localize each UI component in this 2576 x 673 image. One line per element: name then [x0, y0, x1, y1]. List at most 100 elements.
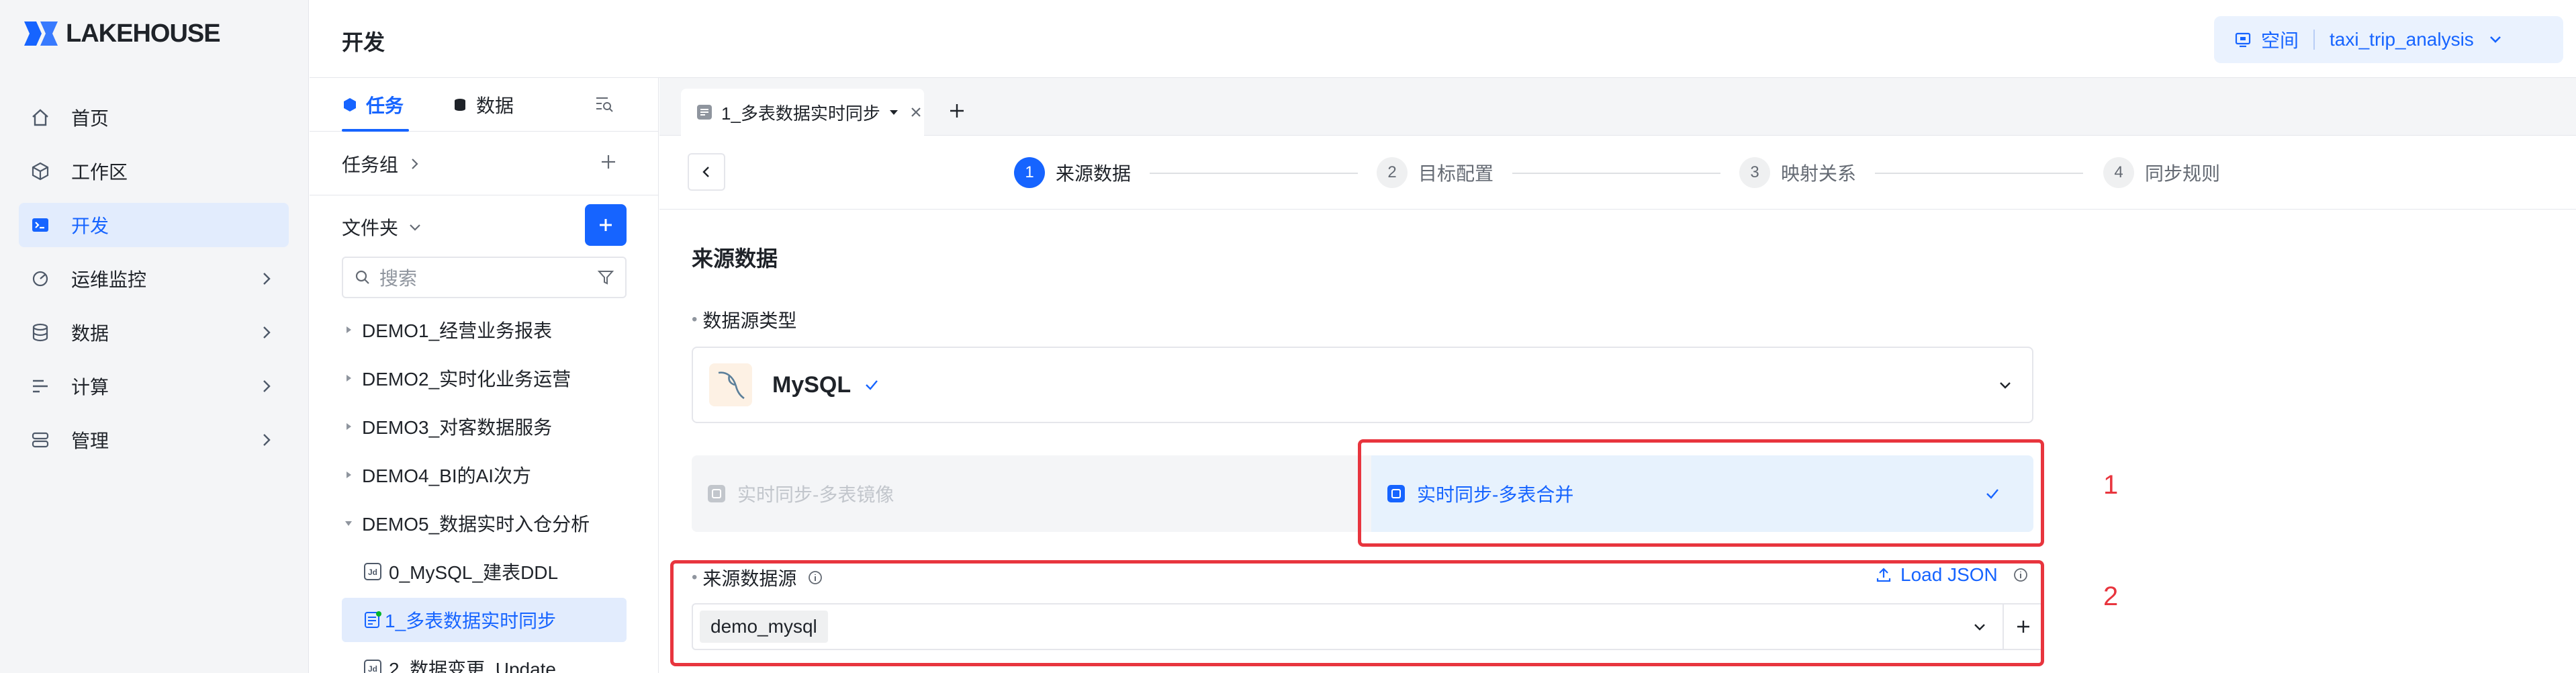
task-tree: DEMO1_经营业务报表 DEMO2_实时化业务运营 DEMO3_对客数据服务 … — [342, 308, 627, 673]
jd-file-icon: Jd — [363, 659, 382, 673]
tree-item-mysql-ddl[interactable]: Jd 0_MySQL_建表DDL — [342, 549, 627, 594]
tree-label: DEMO4_BI的AI次方 — [362, 465, 532, 486]
step-number: 2 — [1377, 157, 1408, 188]
tab-data[interactable]: 数据 — [452, 91, 514, 118]
close-icon[interactable] — [909, 105, 923, 120]
lakehouse-logo-icon — [21, 19, 60, 48]
task-cube-icon — [342, 97, 358, 113]
tree-folder-demo4[interactable]: DEMO4_BI的AI次方 — [342, 453, 627, 497]
step-number: 3 — [1739, 157, 1770, 188]
tab-tasks[interactable]: 任务 — [342, 91, 404, 118]
folder-header[interactable]: 文件夹 — [342, 214, 422, 240]
add-group-button[interactable] — [598, 152, 618, 172]
step-label: 同步规则 — [2145, 163, 2221, 184]
nav-item-home[interactable]: 首页 — [19, 95, 289, 140]
tree-folder-demo1[interactable]: DEMO1_经营业务报表 — [342, 308, 627, 352]
chevron-down-icon — [2487, 32, 2503, 48]
panel-settings-button[interactable] — [594, 94, 614, 114]
chevron-left-icon — [702, 167, 709, 177]
sync-mode-icon — [708, 485, 725, 502]
sync-file-icon — [696, 103, 713, 121]
tree-label: DEMO5_数据实时入仓分析 — [362, 514, 590, 535]
monitor-icon — [30, 268, 51, 289]
datasource-type-select[interactable]: MySQL — [692, 347, 2033, 423]
step-mapping[interactable]: 3 映射关系 — [1739, 157, 1856, 188]
step-connector — [1512, 173, 1720, 174]
tree-folder-demo3[interactable]: DEMO3_对客数据服务 — [342, 404, 627, 449]
caret-down-icon — [342, 517, 355, 530]
tree-item-multi-table-sync[interactable]: 1_多表数据实时同步 — [342, 598, 627, 642]
nav-item-compute[interactable]: 计算 — [19, 364, 289, 408]
nav-item-manage[interactable]: 管理 — [19, 418, 289, 462]
chevron-right-icon — [258, 324, 275, 341]
editor-area: 1_多表数据实时同步 1 来源数据 2 目标配置 3 映射关系 4 同步规则 来… — [659, 78, 2576, 673]
mode-option-mirror[interactable]: 实时同步-多表镜像 — [692, 455, 1371, 532]
nav-item-develop[interactable]: 开发 — [19, 203, 289, 247]
wizard-steps: 1 来源数据 2 目标配置 3 映射关系 4 同步规则 — [659, 136, 2576, 210]
logo[interactable]: LAKEHOUSE — [21, 19, 221, 48]
chevron-down-icon — [1997, 377, 2013, 394]
space-value: taxi_trip_analysis — [2330, 29, 2474, 50]
nav-item-workspace[interactable]: 工作区 — [19, 149, 289, 193]
task-group-label: 任务组 — [342, 154, 399, 175]
tree-label: 0_MySQL_建表DDL — [389, 562, 559, 583]
chevron-down-icon — [408, 220, 422, 234]
file-tab-label: 1_多表数据实时同步 — [721, 103, 880, 124]
caret-right-icon — [342, 371, 355, 385]
tab-tasks-label: 任务 — [366, 95, 404, 116]
file-tab-active[interactable]: 1_多表数据实时同步 — [681, 89, 924, 136]
space-selector[interactable]: 空间 taxi_trip_analysis — [2214, 16, 2563, 63]
page-title: 开发 — [342, 30, 385, 54]
plus-icon — [600, 219, 612, 231]
database-icon — [452, 97, 468, 113]
nav-label-home: 首页 — [71, 108, 109, 129]
step-target-config[interactable]: 2 目标配置 — [1377, 157, 1493, 188]
step-connector — [1150, 173, 1358, 174]
caret-right-icon — [342, 323, 355, 336]
caret-down-icon[interactable] — [888, 107, 899, 118]
check-icon — [863, 376, 880, 394]
chevron-right-icon — [408, 156, 422, 171]
add-task-button[interactable] — [585, 204, 627, 246]
nav-label-data: 数据 — [71, 323, 109, 344]
manage-icon — [30, 429, 51, 451]
nav-item-monitor[interactable]: 运维监控 — [19, 257, 289, 301]
home-icon — [30, 107, 51, 128]
search-icon — [354, 269, 371, 286]
jd-file-icon: Jd — [363, 562, 382, 581]
tab-data-label: 数据 — [476, 95, 514, 116]
step-sync-rules[interactable]: 4 同步规则 — [2103, 157, 2220, 188]
section-title: 来源数据 — [692, 246, 778, 271]
search-input[interactable]: 搜索 — [342, 257, 627, 298]
list-search-icon — [594, 94, 614, 114]
space-label: 空间 — [2261, 30, 2299, 51]
step-number: 4 — [2103, 157, 2134, 188]
terminal-icon — [30, 214, 51, 236]
tree-label: 2_数据变更_Update — [389, 659, 557, 673]
left-navigation: LAKEHOUSE 首页 工作区 开发 运维监控 数据 计算 管理 — [0, 0, 309, 673]
top-bar: 开发 空间 taxi_trip_analysis — [310, 0, 2576, 78]
filter-icon[interactable] — [597, 269, 614, 286]
tree-folder-demo2[interactable]: DEMO2_实时化业务运营 — [342, 356, 627, 400]
caret-right-icon — [342, 468, 355, 482]
chevron-right-icon — [258, 270, 275, 287]
nav-item-data[interactable]: 数据 — [19, 310, 289, 355]
back-button[interactable] — [688, 153, 725, 191]
step-source-data[interactable]: 1 来源数据 — [1014, 157, 1131, 188]
tree-folder-demo5[interactable]: DEMO5_数据实时入仓分析 — [342, 501, 627, 545]
nav-label-compute: 计算 — [71, 377, 109, 398]
search-placeholder: 搜索 — [379, 268, 418, 289]
space-divider — [2313, 30, 2315, 50]
mode-mirror-label: 实时同步-多表镜像 — [737, 484, 894, 505]
tree-item-data-update[interactable]: Jd 2_数据变更_Update — [342, 646, 627, 673]
new-tab-button[interactable] — [947, 101, 967, 121]
task-group-header[interactable]: 任务组 — [342, 150, 422, 177]
caret-right-icon — [342, 420, 355, 433]
nav-label-workspace: 工作区 — [71, 162, 128, 183]
nav-label-manage: 管理 — [71, 431, 109, 451]
svg-text:Jd: Jd — [368, 664, 377, 673]
required-mark-icon: • — [692, 310, 698, 328]
tree-label: DEMO1_经营业务报表 — [362, 320, 553, 341]
folder-label: 文件夹 — [342, 218, 399, 238]
step-label: 来源数据 — [1056, 163, 1132, 184]
